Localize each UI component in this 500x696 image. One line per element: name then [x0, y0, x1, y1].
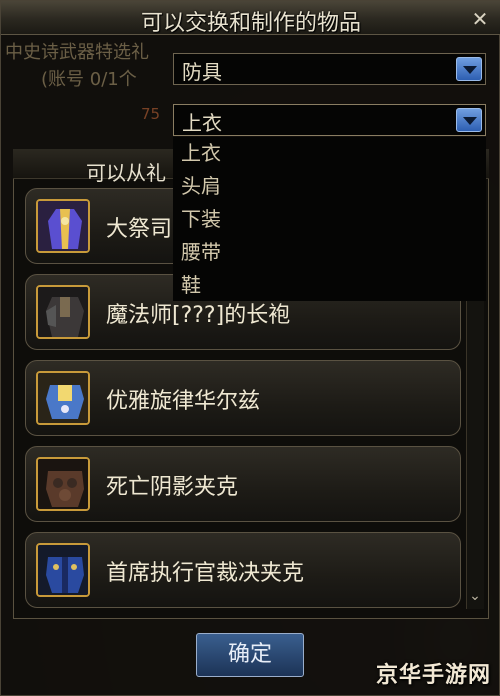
- watermark: 京华手游网: [375, 663, 491, 688]
- background-panel-number: 75: [141, 105, 161, 123]
- close-icon[interactable]: ✕: [469, 8, 491, 30]
- category-dropdown-value: 防具: [182, 60, 222, 84]
- background-panel-account-limit: (账号 0/1个: [41, 69, 137, 90]
- chevron-down-icon[interactable]: [456, 108, 482, 132]
- dropdown-option[interactable]: 下装: [173, 203, 486, 236]
- chevron-down-icon[interactable]: ⌄: [466, 585, 484, 607]
- dropdown-option[interactable]: 头肩: [173, 170, 486, 203]
- item-name: 首席执行官裁决夹克: [106, 561, 305, 586]
- dropdown-option[interactable]: 鞋: [173, 269, 486, 302]
- slot-dropdown-value: 上衣: [182, 111, 222, 135]
- title-bar: 可以交换和制作的物品 ✕: [1, 1, 500, 36]
- category-dropdown[interactable]: 防具: [173, 53, 486, 85]
- item-name: 优雅旋律华尔兹: [106, 389, 261, 414]
- dropdown-option[interactable]: 腰带: [173, 236, 486, 269]
- armor-icon: [36, 371, 90, 425]
- jacket-icon: [36, 457, 90, 511]
- window-title: 可以交换和制作的物品: [140, 11, 361, 36]
- list-item[interactable]: 首席执行官裁决夹克: [25, 532, 461, 608]
- list-item[interactable]: 优雅旋律华尔兹: [25, 360, 461, 436]
- robe-icon: [36, 199, 90, 253]
- item-name: 死亡阴影夹克: [106, 475, 239, 500]
- dropdown-option[interactable]: 上衣: [173, 137, 486, 170]
- background-panel: 中史诗武器特选礼 (账号 0/1个 75: [1, 35, 176, 135]
- item-name: 大祭司: [106, 217, 173, 242]
- background-panel-title: 中史诗武器特选礼: [5, 42, 149, 63]
- blue-jacket-icon: [36, 543, 90, 597]
- list-item[interactable]: 死亡阴影夹克: [25, 446, 461, 522]
- slot-dropdown-options: 上衣 头肩 下装 腰带 鞋: [173, 137, 486, 301]
- confirm-button[interactable]: 确定: [196, 633, 304, 677]
- item-exchange-window: 可以交换和制作的物品 ✕ 中史诗武器特选礼 (账号 0/1个 75 防具 可以从…: [0, 0, 500, 696]
- chevron-down-icon[interactable]: [456, 57, 482, 81]
- item-list-header: 可以从礼: [86, 161, 166, 185]
- slot-dropdown[interactable]: 上衣: [173, 104, 486, 136]
- dark-robe-icon: [36, 285, 90, 339]
